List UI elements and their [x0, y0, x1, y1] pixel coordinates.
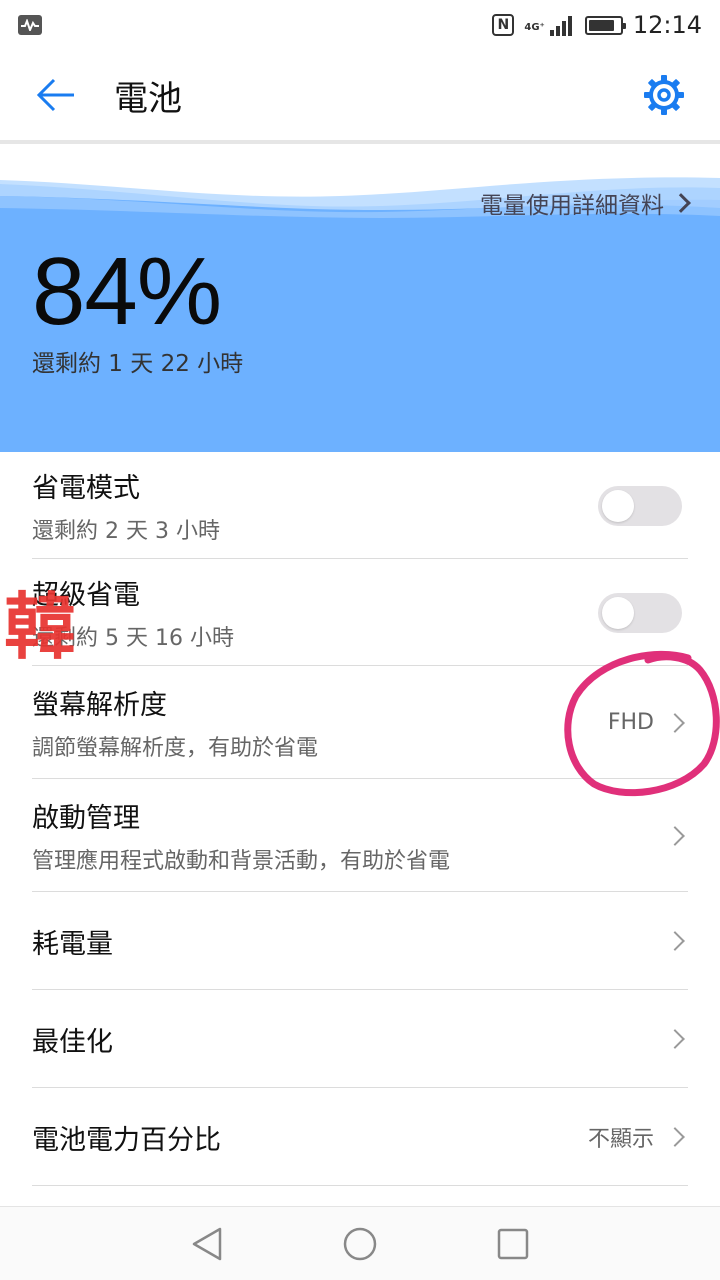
nav-home-button[interactable] [330, 1214, 390, 1274]
page-title: 電池 [114, 78, 182, 119]
system-nav-bar [0, 1206, 720, 1280]
settings-button[interactable] [642, 73, 686, 117]
chevron-right-icon [665, 1127, 685, 1147]
clock: 12:14 [632, 11, 702, 39]
recents-square-icon [498, 1228, 529, 1259]
red-seal-stamp: 韓 [4, 584, 76, 668]
app-bar: 電池 [0, 50, 720, 140]
nav-back-button[interactable] [177, 1214, 237, 1274]
power-saving-toggle[interactable] [598, 485, 682, 526]
optimize-title: 最佳化 [32, 1026, 113, 1058]
svg-text:韓: 韓 [4, 584, 76, 668]
battery-percentage-row[interactable]: 電池電力百分比 不顯示 [0, 1088, 720, 1186]
chevron-right-icon [671, 193, 691, 213]
home-circle-icon [343, 1227, 377, 1260]
nav-recents-button[interactable] [483, 1214, 543, 1274]
battery-status-panel: 電量使用詳細資料 84% 還剩約 1 天 22 小時 [0, 144, 720, 452]
power-consumption-row[interactable]: 耗電量 [0, 892, 720, 990]
battery-icon [584, 15, 626, 35]
toggle-knob [602, 596, 634, 629]
power-saving-mode-row[interactable]: 省電模式 還剩約 2 天 3 小時 [0, 452, 720, 559]
back-button[interactable] [16, 50, 96, 140]
handdrawn-circle-annotation [564, 650, 720, 797]
usage-details-label: 電量使用詳細資料 [480, 193, 664, 219]
consumption-title: 耗電量 [32, 928, 113, 960]
optimize-row[interactable]: 最佳化 [0, 990, 720, 1088]
nfc-icon: N [492, 14, 515, 36]
status-bar: N 4G⁺ 12:14 [0, 0, 720, 50]
battery-remaining-time: 還剩約 1 天 22 小時 [32, 351, 244, 377]
battery-percentage-title: 電池電力百分比 [32, 1124, 221, 1156]
pulse-icon [18, 15, 42, 35]
ultra-saving-toggle[interactable] [598, 592, 682, 633]
resolution-title: 螢幕解析度 [32, 690, 167, 721]
toggle-knob [602, 489, 634, 522]
network-type-label: 4G⁺ [524, 22, 545, 33]
startup-subtitle: 管理應用程式啟動和背景活動，有助於省電 [32, 849, 451, 874]
startup-title: 啟動管理 [32, 803, 140, 834]
usage-details-link[interactable]: 電量使用詳細資料 [480, 186, 691, 220]
back-triangle-icon [192, 1227, 221, 1260]
battery-level-fill [588, 19, 615, 31]
signal-icon [549, 16, 572, 36]
gear-icon [644, 75, 684, 115]
power-saving-subtitle: 還剩約 2 天 3 小時 [32, 519, 220, 544]
chevron-right-icon [665, 1029, 685, 1049]
battery-percent: 84% [32, 238, 222, 345]
chevron-right-icon [665, 825, 685, 846]
resolution-subtitle: 調節螢幕解析度，有助於省電 [32, 736, 319, 761]
arrow-left-icon [36, 78, 74, 112]
power-saving-title: 省電模式 [32, 473, 140, 504]
battery-settings-list: 省電模式 還剩約 2 天 3 小時 超級省電 還剩約 5 天 16 小時 螢幕解… [0, 452, 720, 1186]
chevron-right-icon [665, 931, 685, 951]
battery-percentage-value: 不顯示 [587, 1127, 654, 1152]
